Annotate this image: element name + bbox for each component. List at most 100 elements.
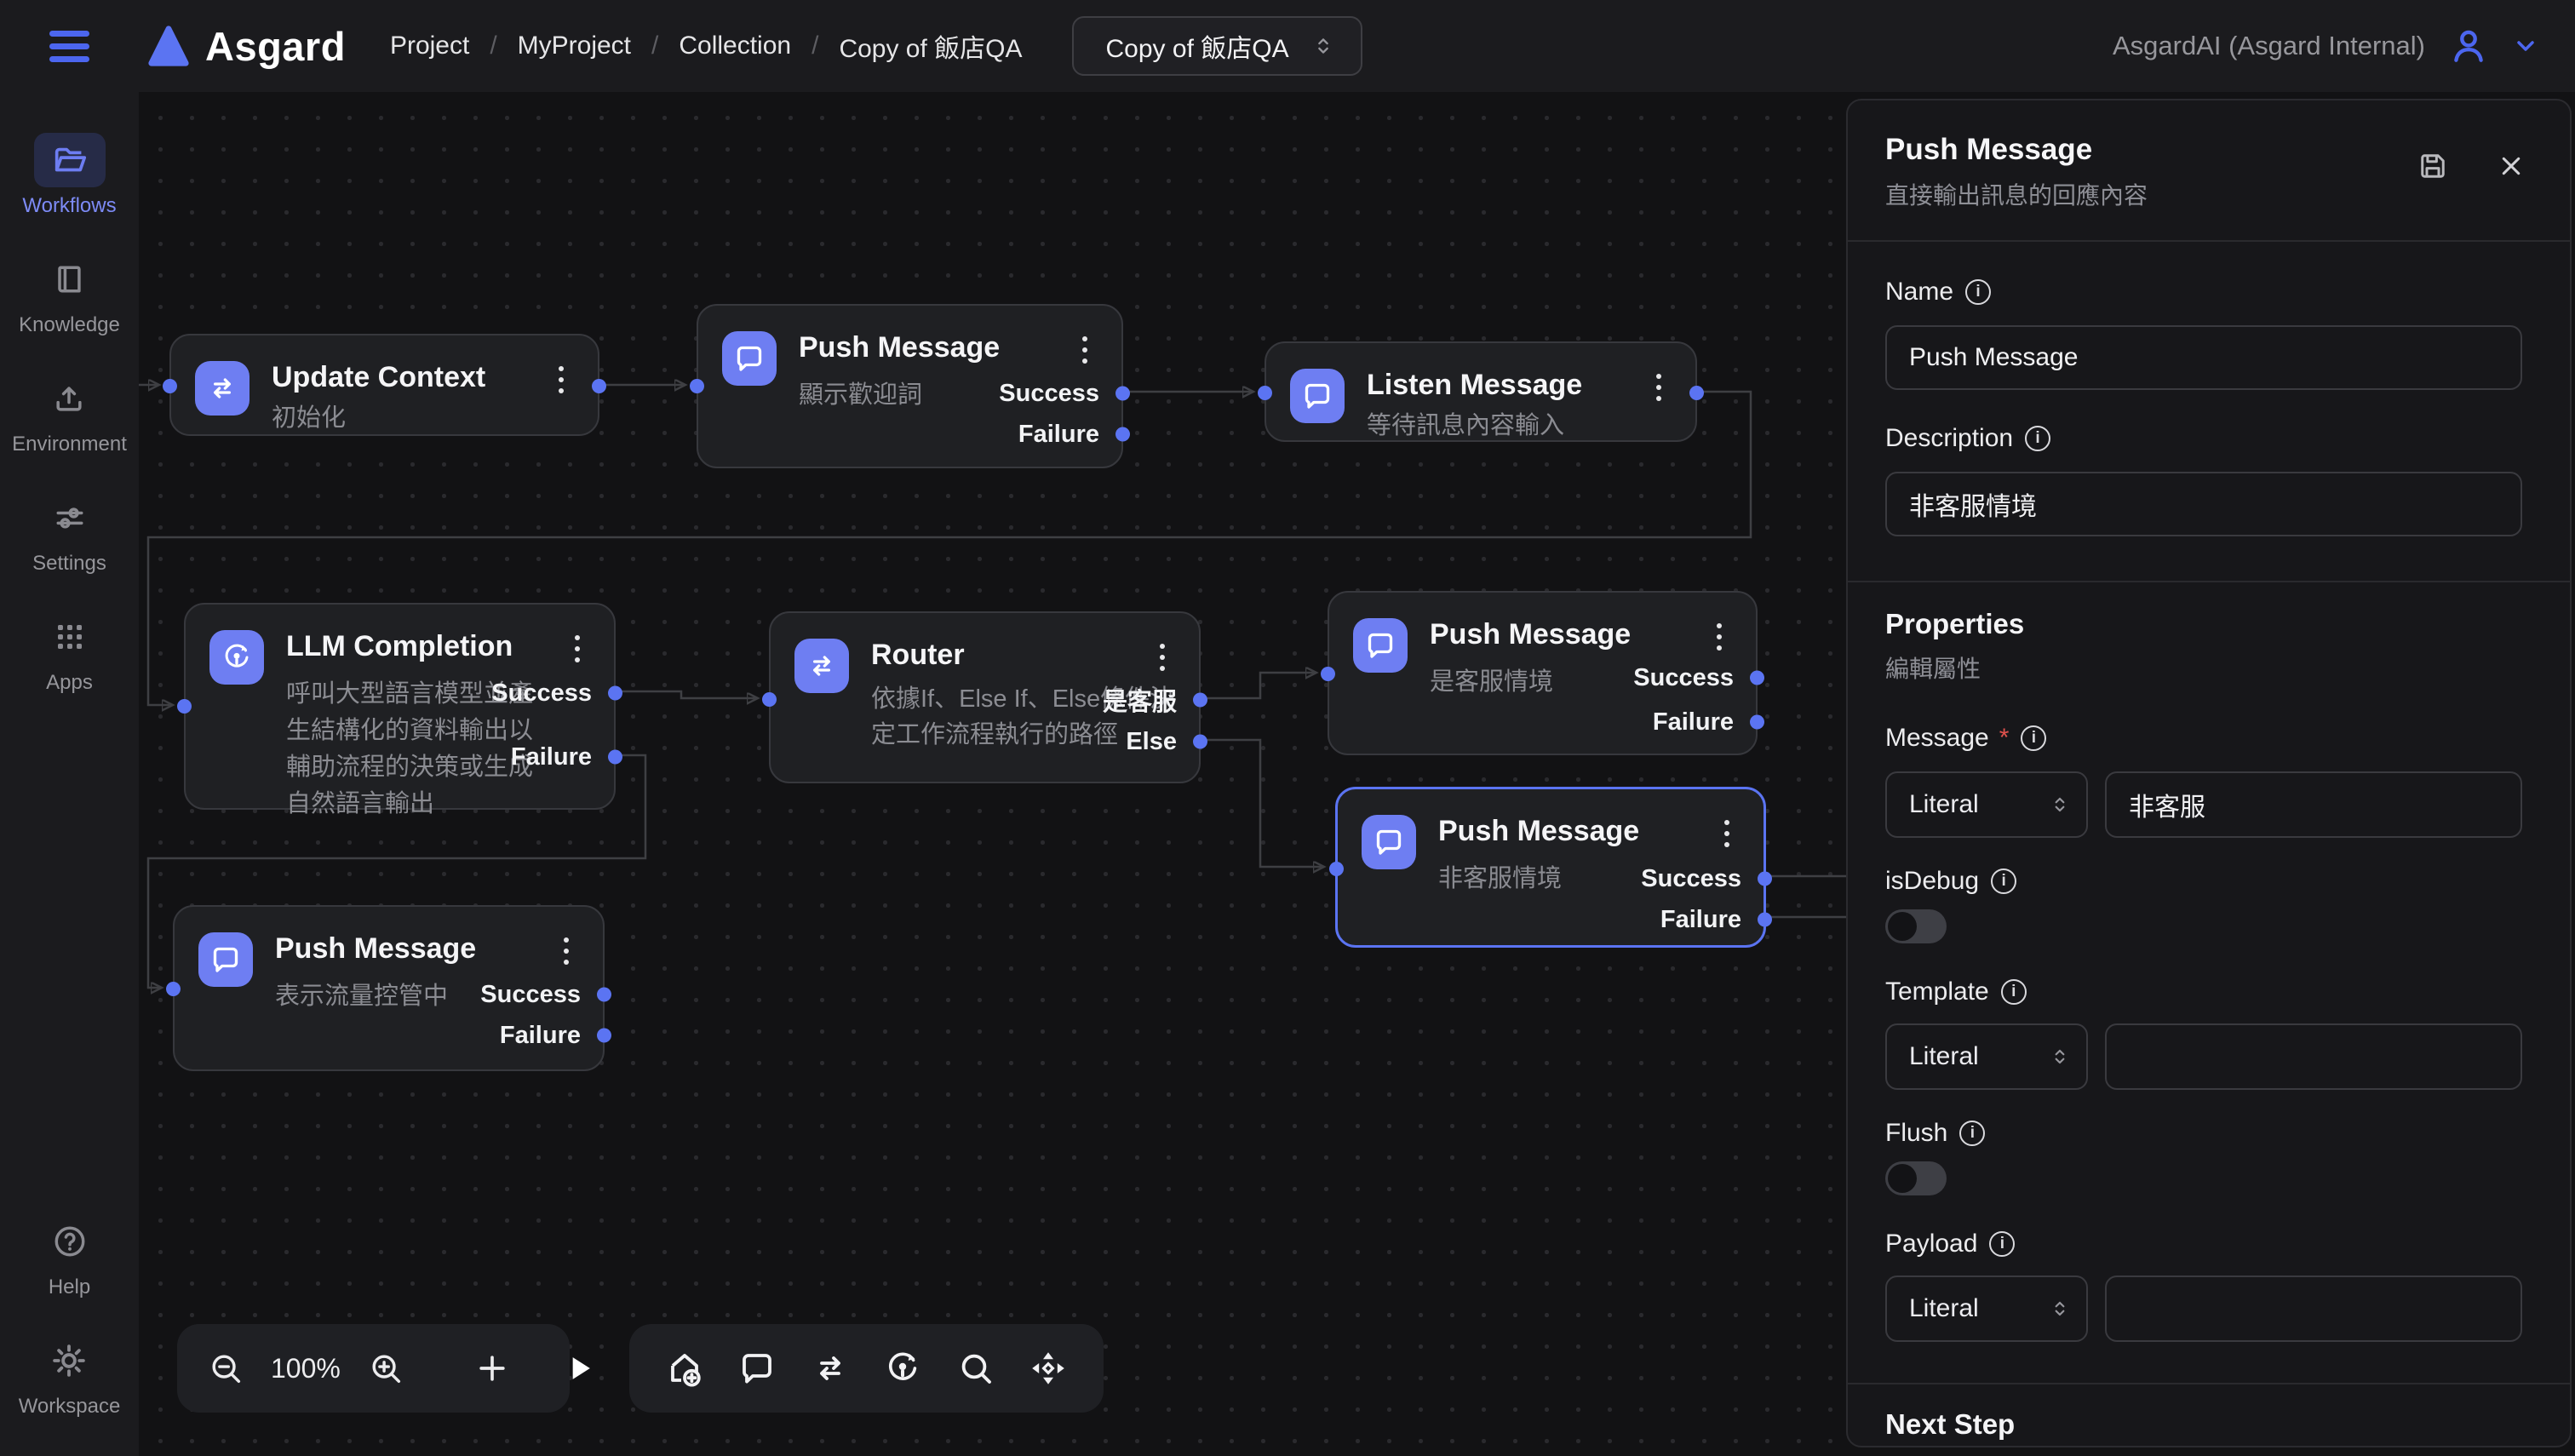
add-start-node-icon[interactable] bbox=[664, 1348, 705, 1389]
output-port-failure[interactable]: Failure bbox=[500, 1021, 581, 1050]
sidebar-item-apps[interactable]: Apps bbox=[34, 610, 106, 695]
sidebar-item-workflows[interactable]: Workflows bbox=[22, 133, 116, 218]
run-workflow-button[interactable] bbox=[560, 1350, 598, 1387]
breadcrumb-project[interactable]: Project bbox=[390, 32, 469, 60]
template-value-field[interactable] bbox=[2105, 1023, 2522, 1090]
breadcrumb-current: Copy of 飯店QA bbox=[839, 27, 1022, 65]
template-type-select[interactable]: Literal bbox=[1885, 1023, 2088, 1090]
node-subtitle: 初始化 bbox=[272, 400, 346, 437]
node-menu-button[interactable] bbox=[552, 934, 581, 968]
panel-divider bbox=[1848, 581, 2570, 582]
node-title: Push Message bbox=[1438, 815, 1639, 848]
sidebar-item-help[interactable]: Help bbox=[34, 1214, 106, 1299]
folder-icon bbox=[34, 133, 106, 187]
sidebar-item-knowledge[interactable]: Knowledge bbox=[19, 252, 120, 337]
save-icon[interactable] bbox=[2415, 148, 2451, 184]
node-subtitle: 等待訊息內容輸入 bbox=[1367, 408, 1564, 444]
node-menu-button[interactable] bbox=[1644, 370, 1673, 404]
breadcrumb-myproject[interactable]: MyProject bbox=[518, 32, 631, 60]
node-menu-button[interactable] bbox=[1148, 640, 1177, 674]
llm-node-icon[interactable] bbox=[882, 1348, 923, 1389]
node-update-context[interactable]: Update Context 初始化 bbox=[169, 334, 599, 436]
add-node-button[interactable] bbox=[473, 1350, 511, 1387]
node-push-message-throttle[interactable]: Push Message 表示流量控管中 Success Failure bbox=[173, 905, 605, 1071]
info-icon[interactable]: i bbox=[2021, 725, 2046, 751]
move-canvas-icon[interactable] bbox=[1028, 1348, 1069, 1389]
edge[interactable] bbox=[1201, 673, 1316, 698]
sidebar-item-workspace[interactable]: Workspace bbox=[19, 1333, 121, 1419]
output-port-failure[interactable]: Failure bbox=[1653, 708, 1734, 737]
output-port-failure[interactable]: Failure bbox=[1660, 905, 1741, 934]
output-port-is-service[interactable]: 是客服 bbox=[1103, 685, 1177, 714]
node-menu-button[interactable] bbox=[1712, 817, 1741, 851]
logo-text: Asgard bbox=[205, 23, 346, 70]
sidebar-item-environment[interactable]: Environment bbox=[12, 371, 127, 456]
node-title: Router bbox=[871, 639, 965, 672]
workflow-selector[interactable]: Copy of 飯店QA bbox=[1072, 16, 1362, 76]
sidebar-item-settings[interactable]: Settings bbox=[32, 490, 106, 576]
input-handle[interactable] bbox=[166, 982, 181, 996]
output-port-failure[interactable]: Failure bbox=[511, 742, 592, 771]
output-handle[interactable] bbox=[592, 379, 606, 393]
close-icon[interactable] bbox=[2495, 150, 2527, 182]
payload-type-select[interactable]: Literal bbox=[1885, 1275, 2088, 1342]
gear-icon bbox=[33, 1333, 105, 1388]
search-icon[interactable] bbox=[955, 1348, 996, 1389]
message-type-select[interactable]: Literal bbox=[1885, 771, 2088, 838]
output-port-success[interactable]: Success bbox=[491, 679, 592, 708]
output-port-success[interactable]: Success bbox=[1641, 864, 1741, 893]
input-handle[interactable] bbox=[163, 379, 177, 393]
input-handle[interactable] bbox=[1258, 386, 1272, 400]
node-listen-message[interactable]: Listen Message 等待訊息內容輸入 bbox=[1265, 341, 1697, 442]
output-port-success[interactable]: Success bbox=[1633, 663, 1734, 692]
input-handle[interactable] bbox=[177, 699, 192, 714]
description-field[interactable] bbox=[1885, 472, 2522, 536]
info-icon[interactable]: i bbox=[1965, 279, 1991, 305]
info-icon[interactable]: i bbox=[2001, 979, 2027, 1005]
output-handle[interactable] bbox=[1689, 386, 1704, 400]
swap-arrows-node-icon[interactable] bbox=[810, 1348, 851, 1389]
payload-value-field[interactable] bbox=[2105, 1275, 2522, 1342]
node-push-message-service[interactable]: Push Message 是客服情境 Success Failure bbox=[1328, 591, 1758, 755]
node-push-message-welcome[interactable]: Push Message 顯示歡迎詞 Success Failure bbox=[697, 304, 1123, 468]
zoom-in-icon[interactable] bbox=[366, 1349, 405, 1388]
llm-bulb-icon bbox=[209, 630, 264, 685]
edge[interactable] bbox=[1201, 740, 1323, 867]
hamburger-menu-icon[interactable] bbox=[49, 31, 89, 62]
required-asterisk: * bbox=[1999, 724, 2010, 753]
output-port-else[interactable]: Else bbox=[1126, 727, 1177, 756]
node-menu-button[interactable] bbox=[563, 632, 592, 666]
info-icon[interactable]: i bbox=[1991, 868, 2016, 894]
panel-divider bbox=[1848, 240, 2570, 242]
message-value-field[interactable] bbox=[2105, 771, 2522, 838]
node-push-message-non-service[interactable]: Push Message 非客服情境 Success Failure bbox=[1335, 787, 1766, 948]
zoom-toolbar: 100% bbox=[177, 1324, 570, 1413]
isdebug-toggle[interactable] bbox=[1885, 909, 1947, 943]
node-menu-button[interactable] bbox=[1070, 333, 1099, 367]
edge[interactable] bbox=[616, 691, 757, 698]
node-menu-button[interactable] bbox=[547, 363, 576, 397]
input-handle[interactable] bbox=[762, 692, 777, 707]
properties-subheading: 編輯屬性 bbox=[1885, 651, 2522, 685]
input-handle[interactable] bbox=[1321, 667, 1335, 681]
output-port-failure[interactable]: Failure bbox=[1018, 420, 1099, 449]
breadcrumb-collection[interactable]: Collection bbox=[679, 32, 791, 60]
info-icon[interactable]: i bbox=[1989, 1231, 2015, 1257]
info-icon[interactable]: i bbox=[2025, 426, 2050, 451]
sidebar-item-label: Apps bbox=[46, 671, 93, 695]
input-handle[interactable] bbox=[1329, 862, 1344, 876]
node-router[interactable]: Router 依據If、Else If、Else條件決定工作流程執行的路徑 是客… bbox=[769, 611, 1201, 783]
message-node-icon[interactable] bbox=[737, 1348, 777, 1389]
output-port-success[interactable]: Success bbox=[999, 379, 1099, 408]
node-llm-completion[interactable]: LLM Completion 呼叫大型語言模型並產生結構化的資料輸出以輔助流程的… bbox=[184, 603, 616, 810]
chevron-down-icon[interactable] bbox=[2512, 32, 2539, 60]
sidebar-item-label: Knowledge bbox=[19, 313, 120, 337]
output-port-success[interactable]: Success bbox=[480, 980, 581, 1009]
input-handle[interactable] bbox=[690, 379, 704, 393]
flush-toggle[interactable] bbox=[1885, 1161, 1947, 1195]
info-icon[interactable]: i bbox=[1959, 1121, 1985, 1146]
zoom-out-icon[interactable] bbox=[206, 1349, 245, 1388]
user-icon[interactable] bbox=[2447, 25, 2490, 67]
name-field[interactable] bbox=[1885, 325, 2522, 390]
node-menu-button[interactable] bbox=[1705, 620, 1734, 654]
